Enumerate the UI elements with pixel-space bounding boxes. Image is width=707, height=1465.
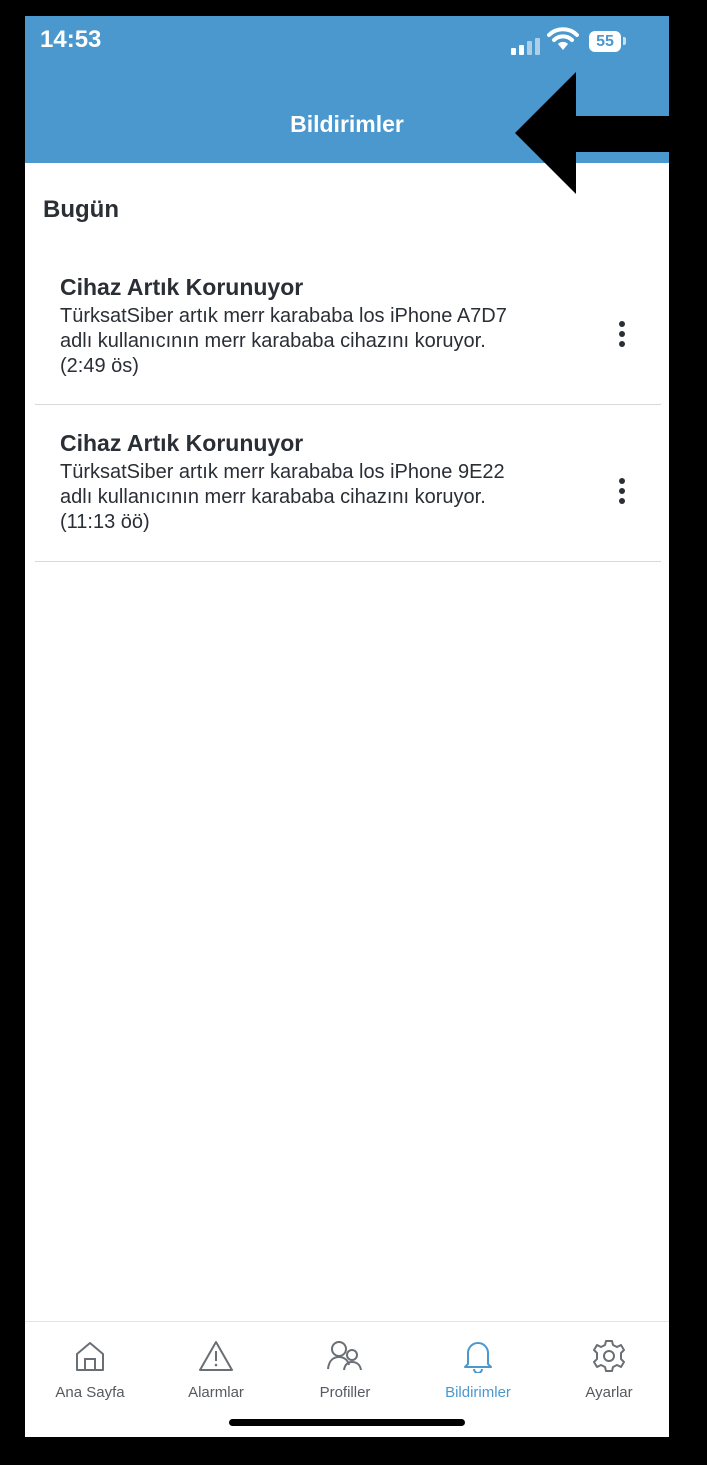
notification-item[interactable]: Cihaz Artık Korunuyor TürksatSiber artık… xyxy=(35,258,661,405)
tab-label: Ana Sayfa xyxy=(55,1384,125,1401)
tab-label: Ayarlar xyxy=(585,1384,633,1401)
battery-icon: 55 xyxy=(589,31,621,52)
frame-border-left xyxy=(0,0,25,1465)
notification-time: (2:49 ös) xyxy=(60,355,139,377)
bell-icon xyxy=(464,1342,492,1373)
more-options-icon[interactable] xyxy=(618,321,626,347)
frame-border-bottom xyxy=(0,1437,707,1465)
tab-settings[interactable]: Ayarlar xyxy=(554,1336,664,1401)
gear-icon xyxy=(593,1340,625,1372)
tab-alarms[interactable]: Alarmlar xyxy=(161,1336,271,1401)
signal-icon xyxy=(511,38,540,55)
annotation-arrow-icon xyxy=(515,72,669,194)
profiles-icon xyxy=(327,1341,362,1371)
status-time: 14:53 xyxy=(40,26,102,53)
notification-body: TürksatSiber artık merr karababa los iPh… xyxy=(60,460,580,535)
tab-notifications[interactable]: Bildirimler xyxy=(423,1336,533,1401)
notification-line: TürksatSiber artık merr karababa los iPh… xyxy=(60,461,505,483)
tab-label: Bildirimler xyxy=(445,1384,511,1401)
notification-item[interactable]: Cihaz Artık Korunuyor TürksatSiber artık… xyxy=(35,405,661,562)
notification-title: Cihaz Artık Korunuyor xyxy=(60,274,304,300)
notification-line: TürksatSiber artık merr karababa los iPh… xyxy=(60,305,507,327)
notification-line: adlı kullanıcının merr karababa cihazını… xyxy=(60,330,486,352)
warning-icon xyxy=(199,1341,233,1371)
tab-label: Profiller xyxy=(319,1384,371,1401)
battery-nub xyxy=(623,37,626,45)
notification-time: (11:13 öö) xyxy=(60,511,150,533)
more-options-icon[interactable] xyxy=(618,478,626,504)
notification-line: adlı kullanıcının merr karababa cihazını… xyxy=(60,486,486,508)
tab-label: Alarmlar xyxy=(188,1384,244,1401)
frame-border-right xyxy=(669,0,707,1465)
wifi-icon xyxy=(547,27,579,50)
home-indicator xyxy=(229,1419,465,1426)
section-title-today: Bugün xyxy=(43,196,119,223)
home-icon xyxy=(76,1342,104,1371)
frame-border-top xyxy=(0,0,707,16)
tab-profiles[interactable]: Profiller xyxy=(290,1336,400,1401)
notification-body: TürksatSiber artık merr karababa los iPh… xyxy=(60,304,580,379)
tab-home[interactable]: Ana Sayfa xyxy=(35,1336,145,1401)
notification-title: Cihaz Artık Korunuyor xyxy=(60,430,304,456)
